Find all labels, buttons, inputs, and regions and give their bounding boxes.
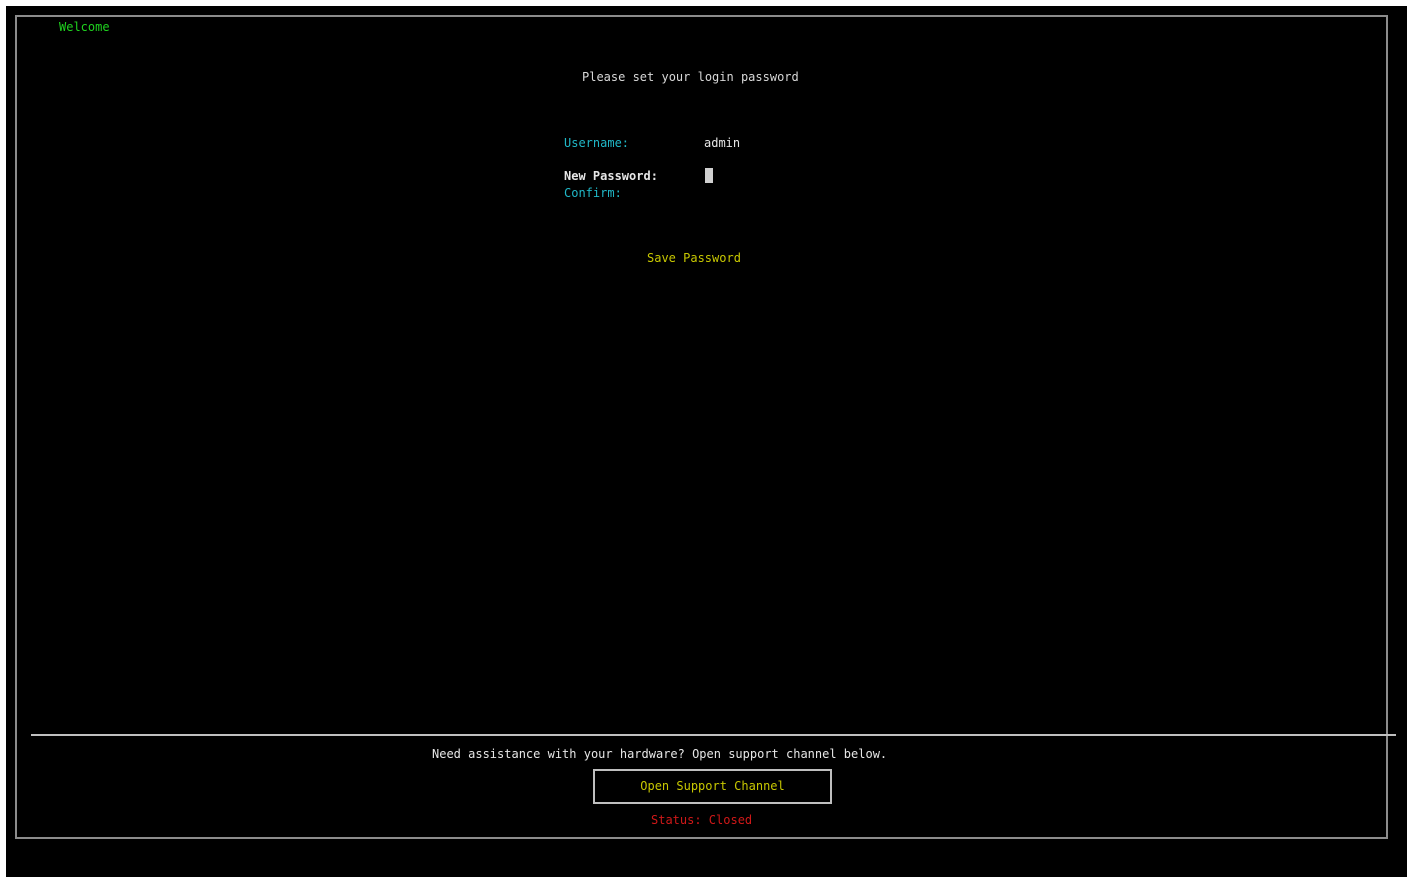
welcome-frame: Welcome Please set your login password U…: [15, 15, 1396, 839]
support-status: Status: Closed: [651, 813, 753, 827]
confirm-label[interactable]: Confirm:: [564, 185, 622, 201]
support-help-text: Need assistance with your hardware? Open…: [432, 747, 888, 761]
new-password-label: New Password:: [564, 169, 658, 183]
terminal-screen: Welcome Please set your login password U…: [6, 6, 1407, 877]
open-support-channel-button[interactable]: Open Support Channel: [593, 769, 832, 804]
new-password-input[interactable]: [705, 168, 713, 183]
save-password-button[interactable]: Save Password: [647, 250, 741, 266]
frame-title: Welcome: [51, 17, 118, 37]
username-label: Username:: [564, 136, 630, 150]
password-prompt: Please set your login password: [582, 70, 799, 84]
section-divider: [31, 734, 1396, 736]
username-value: admin: [704, 136, 741, 150]
